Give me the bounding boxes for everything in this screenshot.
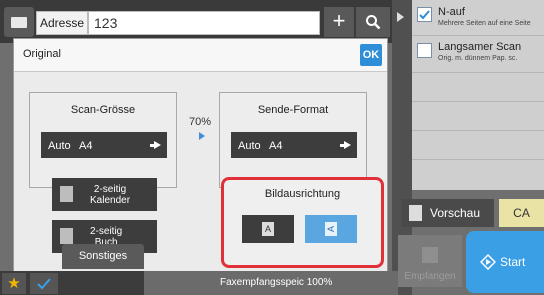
orientation-portrait-button[interactable]: A bbox=[242, 215, 294, 243]
portrait-orientation-icon: A bbox=[262, 222, 274, 236]
search-button[interactable] bbox=[356, 7, 390, 37]
send-format-mode: Auto bbox=[238, 140, 261, 152]
landscape-orientation-icon: A bbox=[325, 222, 337, 236]
slow-scan-subtitle: Orig. m. dünnem Pap. sc. bbox=[438, 55, 518, 62]
start-button[interactable]: Start bbox=[466, 231, 544, 293]
address-button[interactable]: Adresse bbox=[36, 11, 88, 35]
scan-size-panel: Scan-Grösse Auto A4 bbox=[29, 92, 177, 188]
divider bbox=[412, 72, 544, 73]
scan-size-value: A4 bbox=[79, 140, 93, 152]
start-icon bbox=[480, 254, 496, 270]
arrow-right-icon bbox=[340, 141, 351, 149]
receive-label: Empfangen bbox=[404, 271, 456, 282]
ratio-label: 70% bbox=[189, 116, 212, 128]
send-format-panel: Sende-Format Auto A4 bbox=[219, 92, 367, 188]
clear-all-button[interactable]: CA bbox=[499, 199, 544, 227]
address-book-icon bbox=[11, 17, 27, 28]
send-format-button[interactable]: Auto A4 bbox=[231, 132, 357, 158]
option-n-up[interactable]: N-auf Mehrere Seiten auf eine Seite bbox=[412, 0, 544, 35]
divider bbox=[412, 130, 544, 131]
receive-icon bbox=[422, 247, 438, 263]
calendar-duplex-icon bbox=[60, 186, 73, 202]
other-settings-button[interactable]: Sonstiges bbox=[62, 244, 144, 269]
dialog-header: Original OK bbox=[14, 39, 387, 72]
duplex-book-line1: 2-seitig bbox=[90, 226, 123, 237]
fax-memory-value: 100% bbox=[306, 277, 333, 288]
ratio-arrow-icon bbox=[199, 132, 205, 140]
scan-size-mode: Auto bbox=[48, 140, 71, 152]
preview-icon bbox=[409, 205, 422, 221]
search-icon bbox=[366, 15, 381, 30]
send-format-value: A4 bbox=[269, 140, 283, 152]
address-book-button[interactable] bbox=[4, 7, 34, 37]
slow-scan-checkbox[interactable] bbox=[417, 43, 432, 58]
divider bbox=[412, 159, 544, 160]
n-up-title: N-auf bbox=[438, 6, 465, 18]
n-up-subtitle: Mehrere Seiten auf eine Seite bbox=[438, 20, 531, 27]
original-dialog: Original OK Scan-Grösse Auto A4 70% Send… bbox=[13, 38, 388, 272]
fax-memory-label: Faxempfangsspeic bbox=[220, 277, 304, 288]
image-orientation-panel: Bildausrichtung A A bbox=[221, 177, 384, 268]
n-up-checkbox[interactable] bbox=[417, 7, 432, 22]
checkmark-icon bbox=[419, 10, 430, 20]
check-icon bbox=[37, 278, 51, 290]
arrow-right-icon bbox=[150, 141, 161, 149]
add-address-button[interactable]: + bbox=[324, 7, 354, 37]
start-label: Start bbox=[500, 255, 526, 269]
option-slow-scan[interactable]: Langsamer Scan Orig. m. dünnem Pap. sc. bbox=[412, 36, 544, 72]
image-orientation-label: Bildausrichtung bbox=[264, 188, 341, 200]
book-duplex-icon bbox=[60, 228, 73, 244]
duplex-calendar-line2: Kalender bbox=[90, 195, 131, 206]
duplex-calendar-line1: 2-seitig bbox=[93, 184, 127, 195]
slow-scan-title: Langsamer Scan bbox=[438, 41, 522, 53]
fax-memory-text: Faxempfangsspeic 100% bbox=[220, 277, 332, 288]
right-options-panel: N-auf Mehrere Seiten auf eine Seite Lang… bbox=[412, 0, 544, 190]
dialog-title: Original bbox=[23, 48, 61, 60]
address-input[interactable]: 123 bbox=[88, 11, 320, 35]
check-button[interactable] bbox=[30, 273, 58, 294]
duplex-calendar-button[interactable]: 2-seitig Kalender bbox=[52, 178, 157, 211]
preview-button[interactable]: Vorschau bbox=[402, 199, 494, 227]
favorites-star-icon[interactable]: ★ bbox=[2, 273, 26, 294]
preview-label: Vorschau bbox=[430, 206, 481, 220]
duplex-calendar-text: 2-seitig Kalender bbox=[90, 184, 130, 206]
scan-size-label: Scan-Grösse bbox=[70, 104, 136, 116]
orientation-landscape-button[interactable]: A bbox=[305, 215, 357, 243]
send-format-label: Sende-Format bbox=[257, 104, 329, 116]
expand-arrow-icon bbox=[397, 12, 404, 22]
scan-size-button[interactable]: Auto A4 bbox=[41, 132, 167, 158]
ok-button[interactable]: OK bbox=[360, 44, 382, 66]
receive-button[interactable]: Empfangen bbox=[398, 235, 462, 287]
divider bbox=[412, 101, 544, 102]
